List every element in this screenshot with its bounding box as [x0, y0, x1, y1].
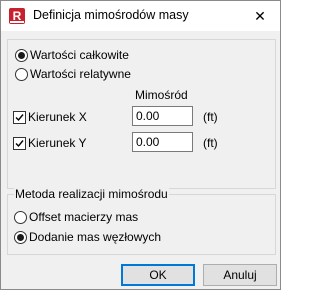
radio-relative-values[interactable]	[15, 68, 28, 81]
radio-mass-matrix-offset[interactable]	[14, 211, 27, 224]
radio-nodal-masses[interactable]	[14, 231, 27, 244]
close-button[interactable]: ✕	[240, 1, 280, 31]
radio-nodal-masses-label[interactable]: Dodanie mas węzłowych	[29, 230, 161, 244]
eccentricity-column-header: Mimośród	[135, 88, 188, 102]
direction-y-unit: (ft)	[203, 136, 218, 150]
checkbox-direction-x[interactable]	[13, 111, 26, 124]
button-bar: OK Anuluj	[1, 258, 280, 289]
direction-y-label[interactable]: Kierunek Y	[28, 136, 86, 150]
method-group: Offset macierzy mas Dodanie mas węzłowyc…	[7, 194, 276, 255]
radio-relative-values-label[interactable]: Wartości relatywne	[30, 67, 131, 81]
direction-x-label[interactable]: Kierunek X	[28, 110, 87, 124]
radio-absolute-values-label[interactable]: Wartości całkowite	[30, 48, 129, 62]
dialog-window: R Definicja mimośrodów masy ✕ Wartości c…	[0, 0, 281, 290]
direction-y-input[interactable]: 0.00	[132, 132, 193, 152]
title-bar: R Definicja mimośrodów masy ✕	[1, 1, 280, 31]
radio-absolute-values[interactable]	[15, 49, 28, 62]
cancel-button[interactable]: Anuluj	[203, 264, 277, 286]
values-group: Wartości całkowite Wartości relatywne Mi…	[7, 39, 276, 189]
content-panel: Wartości całkowite Wartości relatywne Mi…	[7, 39, 276, 255]
window-title: Definicja mimośrodów masy	[33, 8, 189, 22]
ok-button[interactable]: OK	[121, 264, 195, 286]
radio-mass-matrix-offset-label[interactable]: Offset macierzy mas	[29, 210, 138, 224]
checkbox-direction-y[interactable]	[13, 137, 26, 150]
direction-x-unit: (ft)	[203, 110, 218, 124]
close-icon: ✕	[254, 8, 266, 24]
app-icon: R	[9, 8, 25, 24]
direction-x-input[interactable]: 0.00	[132, 106, 193, 126]
method-group-title: Metoda realizacji mimośrodu	[14, 187, 169, 201]
